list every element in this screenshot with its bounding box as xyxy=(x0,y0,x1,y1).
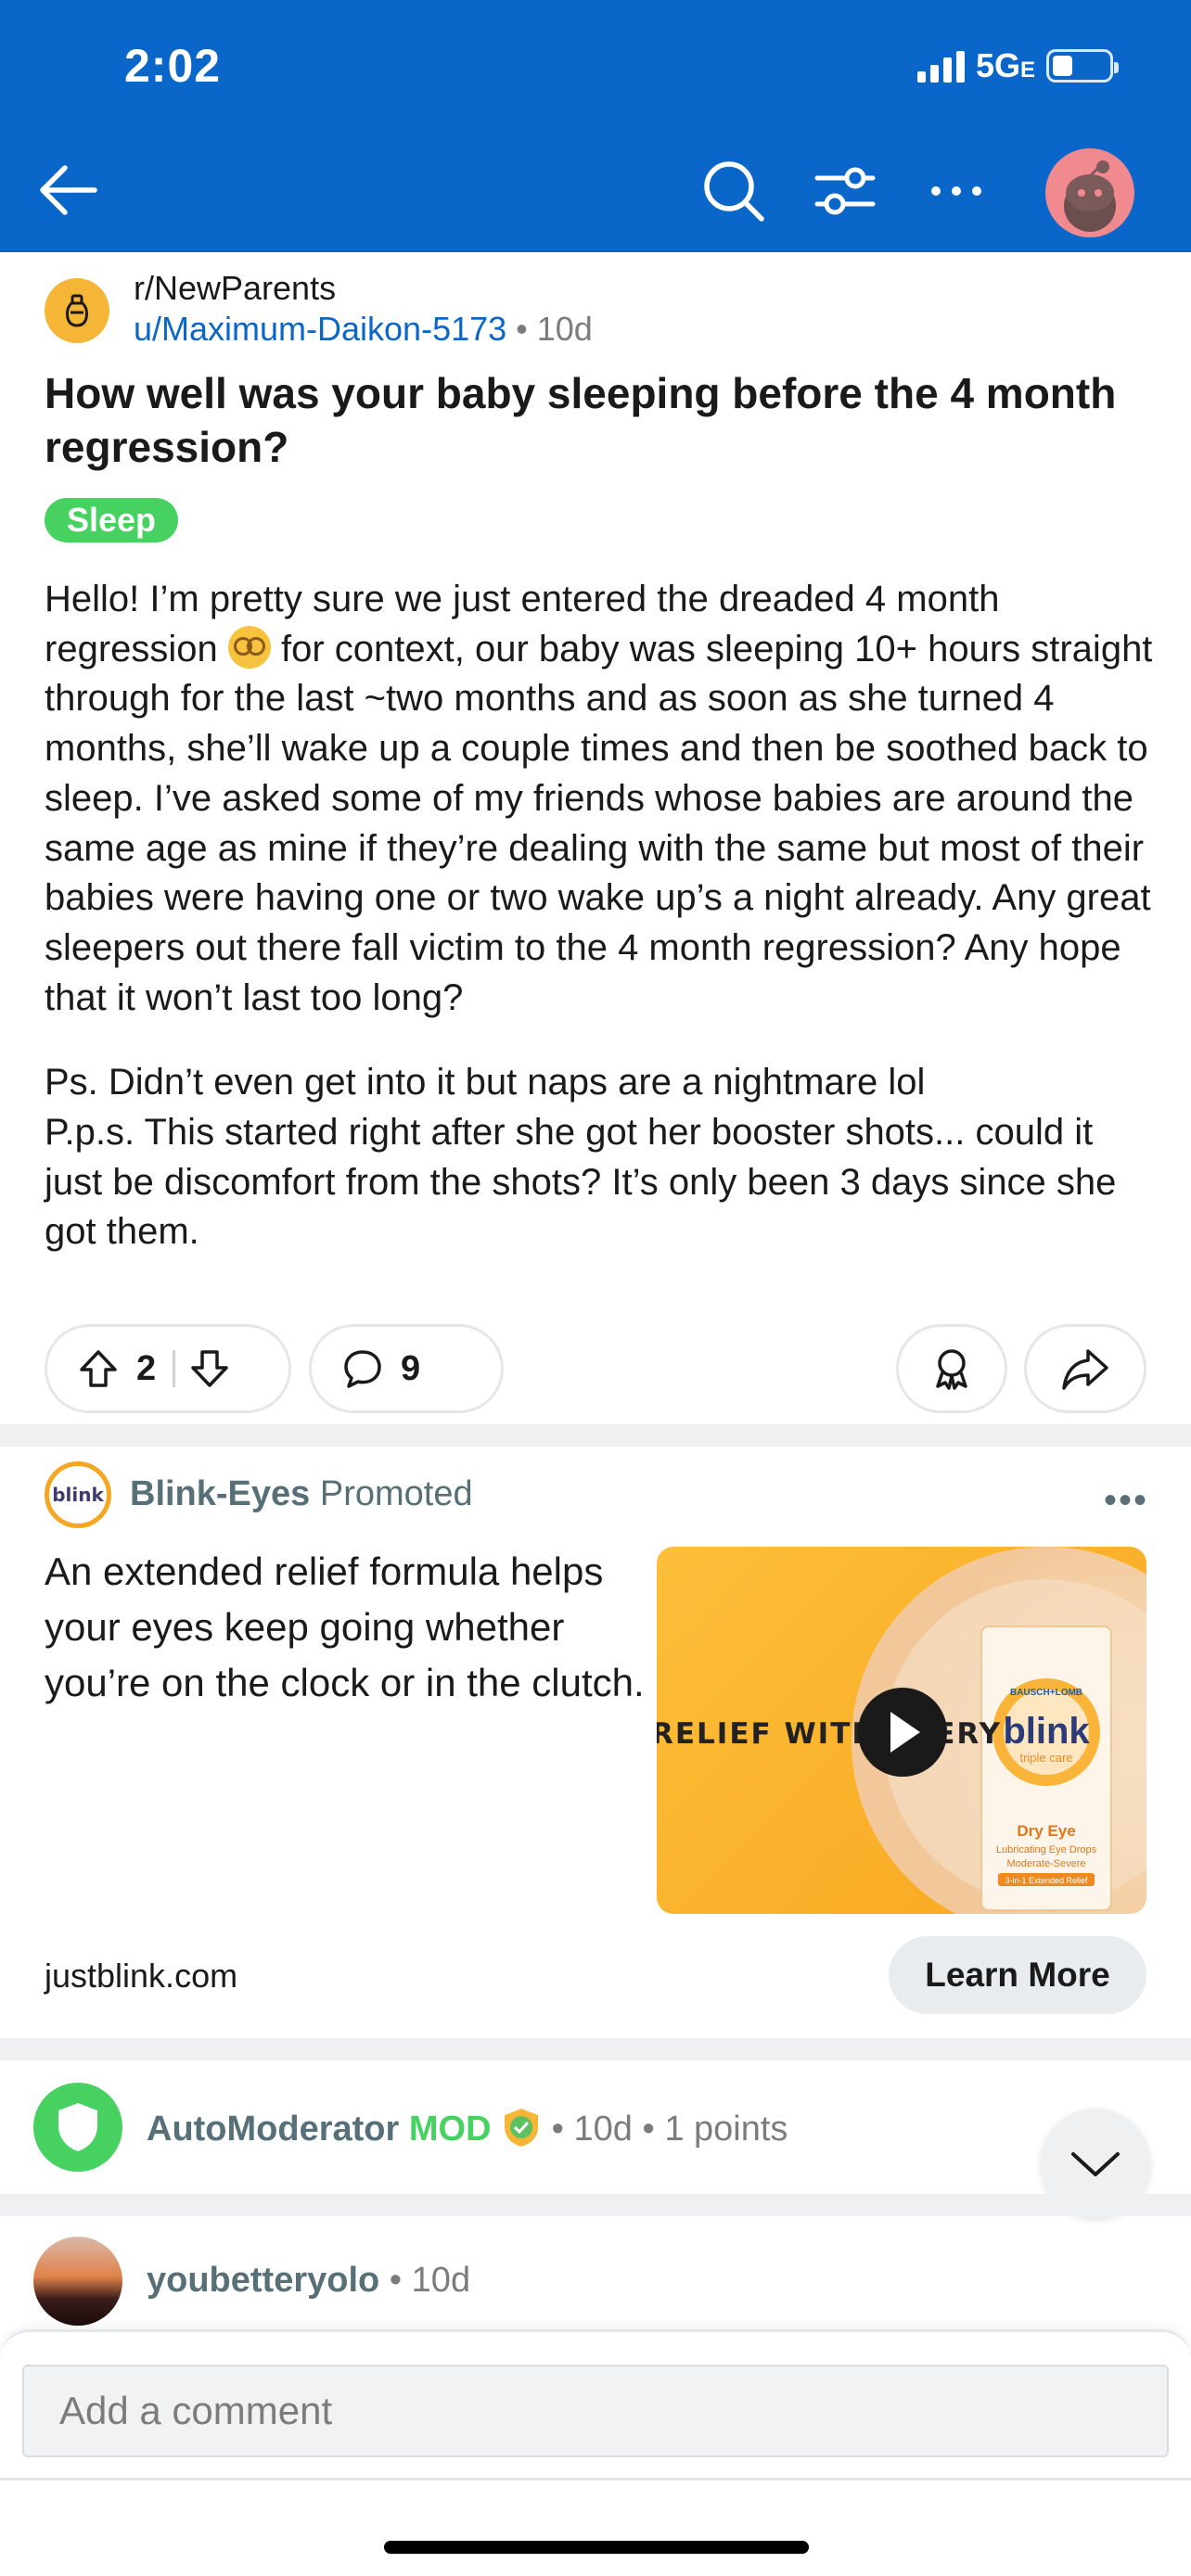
vote-pill: 2 xyxy=(45,1324,291,1413)
ad-box-line1: Dry Eye xyxy=(1017,1822,1075,1840)
ad-box-line2: Lubricating Eye Drops xyxy=(996,1844,1097,1855)
signal-icon xyxy=(916,49,965,83)
ad-video-thumbnail[interactable]: BAUSCH+LOMB blink triple care Dry Eye Lu… xyxy=(657,1547,1146,1914)
post-body: Hello! I’m pretty sure we just entered t… xyxy=(45,575,1158,1257)
user-avatar[interactable] xyxy=(1045,148,1134,237)
top-app-bar: 2:02 5GE xyxy=(0,0,1191,252)
search-icon[interactable] xyxy=(700,158,767,224)
ad-header: blink Blink-Eyes Promoted ••• xyxy=(45,1461,1148,1528)
chevron-down-icon xyxy=(1071,2152,1120,2176)
comment-count: 9 xyxy=(401,1348,421,1388)
play-icon[interactable] xyxy=(858,1688,947,1777)
baby-bottle-icon xyxy=(66,294,88,327)
post-header: r/NewParents u/Maximum-Daikon-5173 • 10d xyxy=(45,269,1158,352)
award-icon xyxy=(936,1349,967,1390)
comment-meta: youbetteryolo • 10d xyxy=(147,2261,471,2300)
ad-box-brand: BAUSCH+LOMB xyxy=(1010,1688,1082,1698)
post-body-pps: P.p.s. This started right after she got … xyxy=(45,1112,1117,1253)
post-body-ps: Ps. Didn’t even get into it but naps are… xyxy=(45,1062,926,1103)
post-meta: u/Maximum-Daikon-5173 • 10d xyxy=(134,310,593,348)
post-author[interactable]: u/Maximum-Daikon-5173 xyxy=(134,310,506,348)
post-action-bar: 2 9 xyxy=(45,1324,1146,1413)
ad-box-sub: triple care xyxy=(1019,1751,1072,1765)
add-comment-input[interactable]: Add a comment xyxy=(22,2365,1169,2457)
vote-count: 2 xyxy=(136,1348,157,1388)
comment-youbetteryolo: youbetteryolo • 10d xyxy=(33,2237,1146,2329)
comment-age: 10d xyxy=(573,2110,633,2149)
ad-copy[interactable]: An extended relief formula helps your ey… xyxy=(45,1544,647,1711)
learn-more-button[interactable]: Learn More xyxy=(889,1936,1146,2014)
advertiser-logo-text: blink xyxy=(52,1484,104,1506)
advertiser-logo[interactable]: blink xyxy=(45,1461,111,1528)
mod-badge: MOD xyxy=(408,2110,492,2149)
downvote-icon[interactable] xyxy=(188,1347,231,1390)
share-arrow-icon xyxy=(1062,1349,1108,1390)
comments-button[interactable]: 9 xyxy=(309,1324,504,1413)
comment-author[interactable]: youbetteryolo xyxy=(147,2261,379,2300)
ad-more-icon[interactable]: ••• xyxy=(1104,1480,1148,1522)
upvote-icon[interactable] xyxy=(77,1347,120,1390)
comment-age: 10d xyxy=(411,2261,471,2300)
automoderator-avatar[interactable] xyxy=(33,2083,122,2172)
ad-artwork: BAUSCH+LOMB blink triple care Dry Eye Lu… xyxy=(657,1547,1146,1914)
ad-url[interactable]: justblink.com xyxy=(45,1957,237,1996)
network-label: 5GE xyxy=(975,46,1035,84)
status-time: 2:02 xyxy=(124,40,222,92)
vote-divider xyxy=(173,1350,176,1387)
section-divider xyxy=(0,2194,1191,2216)
home-indicator[interactable] xyxy=(384,2541,809,2554)
section-divider xyxy=(0,2038,1191,2060)
composer-divider xyxy=(0,2478,1191,2480)
shield-icon xyxy=(58,2103,97,2151)
subreddit-icon[interactable] xyxy=(45,278,109,343)
post-body-paragraph-2: Ps. Didn’t even get into it but naps are… xyxy=(45,1058,1158,1257)
award-button[interactable] xyxy=(896,1324,1007,1413)
mod-shield-emoji-icon xyxy=(505,2109,539,2147)
advertiser-name[interactable]: Blink-Eyes Promoted xyxy=(130,1474,473,1514)
comment-automoderator: AutoModerator MOD • 10d • 1 points xyxy=(33,2083,1146,2175)
ad-box-line3: Moderate-Severe xyxy=(1007,1858,1086,1869)
comment-bubble-icon xyxy=(344,1350,381,1388)
ad-box-name: blink xyxy=(1003,1711,1090,1752)
post-flair[interactable]: Sleep xyxy=(45,498,179,542)
comment-meta: AutoModerator MOD • 10d • 1 points xyxy=(147,2107,788,2149)
ad-brand-name: Blink-Eyes xyxy=(130,1474,311,1513)
ad-banner-text: RELIEF WITH EVERY xyxy=(657,1717,1002,1751)
post-age: 10d xyxy=(536,310,593,348)
status-indicators: 5GE xyxy=(916,46,1119,85)
section-divider xyxy=(0,1424,1191,1447)
comment-points: 1 points xyxy=(664,2110,788,2149)
ad-box-line4: 3-in-1 Extended Relief xyxy=(1005,1876,1088,1885)
post-title: How well was your baby sleeping before t… xyxy=(45,369,1117,471)
commenter-avatar[interactable] xyxy=(33,2237,122,2326)
post-body-paragraph-1: Hello! I’m pretty sure we just entered t… xyxy=(45,575,1158,1023)
battery-icon xyxy=(1046,49,1119,83)
snoo-avatar-icon xyxy=(1064,160,1116,232)
comment-author[interactable]: AutoModerator xyxy=(147,2110,399,2149)
dizzy-face-emoji-icon xyxy=(227,625,271,669)
back-arrow-icon[interactable] xyxy=(35,158,100,223)
more-options-icon[interactable] xyxy=(923,158,990,224)
share-button[interactable] xyxy=(1024,1324,1146,1413)
sort-filter-icon[interactable] xyxy=(812,158,878,224)
subreddit-name[interactable]: r/NewParents xyxy=(134,269,336,308)
post-body-text-b: for context, our baby was sleeping 10+ h… xyxy=(45,628,1153,1018)
promoted-label: Promoted xyxy=(319,1474,473,1513)
